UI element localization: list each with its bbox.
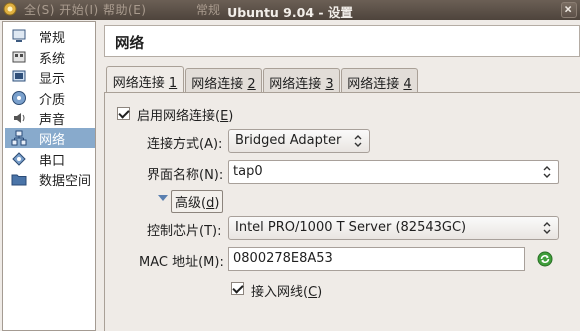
page-header: 网络	[104, 25, 580, 57]
sidebar-item-label: 常规	[39, 30, 66, 46]
tab-accelerator: 3	[325, 77, 334, 92]
interface-name-label: 界面名称(N):	[147, 168, 224, 183]
tab-label: 网络连接	[269, 77, 326, 92]
updown-arrows-icon	[354, 135, 362, 147]
adapter-type-select[interactable]: Intel PRO/1000 T Server (82543GC)	[228, 216, 559, 240]
mac-address-input[interactable]: 0800278E8A53	[228, 247, 525, 271]
adapter-type-value: Intel PRO/1000 T Server (82543GC)	[235, 220, 467, 235]
audio-icon	[14, 113, 25, 123]
adapter-type-label: 控制芯片(T):	[147, 224, 222, 239]
sidebar-item-storage[interactable]: 介质	[5, 88, 95, 108]
tab-accelerator: 2	[247, 77, 256, 92]
enable-adapter-checkbox[interactable]	[117, 107, 130, 120]
network-icon	[11, 130, 27, 146]
serial-port-icon	[12, 152, 26, 166]
tab-accelerator: 1	[168, 76, 178, 91]
mac-address-label: MAC 地址(M):	[139, 255, 224, 270]
sidebar-item-audio[interactable]: 声音	[5, 108, 95, 128]
sidebar-item-general[interactable]: 常规	[5, 26, 95, 46]
tab-label: 网络连接	[191, 77, 248, 92]
tab-adapter-3[interactable]: 网络连接 3	[263, 68, 340, 92]
interface-name-combo[interactable]: tap0	[228, 160, 559, 184]
regenerate-mac-icon[interactable]	[537, 251, 553, 267]
updown-arrows-icon	[543, 222, 551, 234]
attached-to-select[interactable]: Bridged Adapter	[228, 129, 370, 153]
enable-adapter-label[interactable]: 启用网络连接(E)	[137, 105, 233, 124]
sidebar-item-label: 网络	[39, 132, 66, 148]
cable-connected-label[interactable]: 接入网线(C)	[251, 281, 322, 300]
close-icon	[564, 5, 572, 13]
tab-label: 网络连接	[112, 76, 169, 91]
tab-label: 网络连接	[347, 77, 404, 92]
sidebar-item-label: 系统	[39, 51, 66, 67]
expander-arrow-icon[interactable]	[158, 195, 168, 201]
sidebar-item-label: 显示	[39, 71, 66, 87]
label-accelerator: C	[308, 285, 318, 300]
label-text: )	[317, 285, 323, 300]
sidebar-item-label: 数据空间	[39, 173, 92, 189]
interface-name-value: tap0	[233, 164, 263, 179]
tab-adapter-2[interactable]: 网络连接 2	[185, 68, 262, 92]
label-text: 接入网线(	[251, 285, 309, 300]
shared-folder-icon	[11, 174, 27, 186]
cable-connected-checkbox[interactable]	[231, 282, 244, 295]
label-text: 启用网络连接(	[137, 109, 221, 124]
sidebar-item-system[interactable]: 系统	[5, 47, 95, 67]
settings-category-list: 常规 系统 显示 介质 声音 网络 串口 数据空间	[2, 21, 96, 331]
label-text: )	[214, 196, 220, 211]
label-text: )	[228, 109, 234, 124]
sidebar-item-label: 串口	[39, 153, 66, 169]
system-icon	[12, 51, 26, 63]
general-icon	[12, 29, 26, 42]
sidebar-item-display[interactable]: 显示	[5, 67, 95, 87]
tab-adapter-4[interactable]: 网络连接 4	[341, 68, 418, 92]
label-text: 高级(	[175, 196, 207, 211]
title-bar: 全(S) 开始(I) 帮助(E) 常规 Ubuntu 9.04 - 设置	[0, 0, 580, 20]
advanced-expander[interactable]: 高级(d)	[171, 190, 224, 213]
sidebar-item-label: 声音	[39, 112, 66, 128]
sidebar-item-shared-folders[interactable]: 数据空间	[5, 169, 95, 189]
tab-adapter-1[interactable]: 网络连接 1	[106, 66, 184, 93]
attached-to-label: 连接方式(A):	[147, 137, 223, 152]
attached-to-value: Bridged Adapter	[235, 133, 342, 148]
close-button[interactable]	[561, 2, 577, 18]
display-icon	[12, 70, 26, 82]
sidebar-item-serial-ports[interactable]: 串口	[5, 149, 95, 169]
tab-accelerator: 4	[403, 77, 412, 92]
page-title: 网络	[115, 36, 144, 52]
window-title: Ubuntu 9.04 - 设置	[227, 5, 353, 20]
sidebar-item-label: 介质	[39, 92, 66, 108]
storage-icon	[12, 91, 26, 105]
updown-arrows-icon	[543, 166, 551, 178]
sidebar-item-network[interactable]: 网络	[5, 128, 95, 148]
